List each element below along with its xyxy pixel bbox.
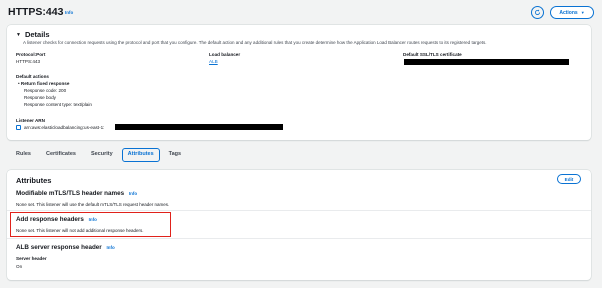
protocol-port-value: HTTPS:443 [16, 59, 40, 64]
load-balancer-link[interactable]: ALB [209, 59, 218, 64]
alb-server-section-title: ALB server response header Info [16, 244, 115, 251]
mtls-info-link[interactable]: Info [129, 191, 137, 196]
actions-button[interactable]: Actions ▼ [550, 6, 594, 19]
copy-icon[interactable] [16, 125, 21, 130]
redacted-arn [115, 124, 283, 130]
refresh-icon [534, 9, 541, 16]
tab-rules[interactable]: Rules [10, 148, 37, 162]
listener-arn-label: Listener ARN [16, 118, 45, 123]
response-code: Response code: 200 [24, 88, 67, 93]
caret-down-icon: ▼ [580, 10, 585, 15]
tab-attributes[interactable]: Attributes [121, 148, 160, 162]
tab-certificates[interactable]: Certificates [40, 148, 82, 162]
alb-server-info-link[interactable]: Info [107, 245, 115, 250]
mtls-title-text: Modifiable mTLS/TLS header names [16, 190, 125, 197]
return-fixed-response: • Return fixed response [18, 81, 70, 86]
ssl-certificate-label: Default SSL/TLS certificate [403, 52, 462, 57]
page-title: HTTPS:443 [8, 6, 64, 18]
edit-button[interactable]: Edit [557, 174, 581, 184]
response-body: Response body [24, 95, 56, 100]
return-fixed-response-text: Return fixed response [20, 81, 70, 86]
highlight-annotation [10, 212, 171, 237]
mtls-section-title: Modifiable mTLS/TLS header names Info [16, 190, 137, 197]
server-header-label: Server header [16, 256, 47, 261]
refresh-button[interactable] [531, 6, 544, 19]
listener-arn-value: arn:aws:elasticloadbalancing:us-east-1: [24, 125, 105, 130]
mtls-section-body: None set. This listener will use the def… [16, 202, 170, 207]
details-toggle[interactable]: ▼ Details [16, 30, 50, 39]
response-content-type: Response content type: text/plain [24, 102, 92, 107]
caret-down-icon: ▼ [16, 31, 21, 38]
info-link[interactable]: Info [65, 10, 73, 15]
details-heading: Details [24, 30, 50, 39]
attributes-title: Attributes [16, 176, 52, 185]
tab-tags[interactable]: Tags [163, 148, 187, 162]
server-header-value: On [16, 264, 23, 269]
divider [7, 238, 591, 239]
tab-bar: Rules Certificates Security Attributes T… [10, 148, 190, 162]
default-actions-label: Default actions [16, 74, 49, 79]
divider [7, 210, 591, 211]
actions-label: Actions [559, 9, 578, 16]
tab-security[interactable]: Security [85, 148, 119, 162]
redacted-certificate [404, 59, 569, 65]
details-description: A listener checks for connection request… [23, 40, 487, 45]
alb-server-title-text: ALB server response header [16, 244, 102, 251]
details-panel: ▼ Details A listener checks for connecti… [7, 25, 591, 140]
page-header: HTTPS:443 Info Actions ▼ [8, 6, 594, 22]
load-balancer-label: Load balancer [209, 52, 241, 57]
protocol-port-label: Protocol:Port [16, 52, 46, 57]
